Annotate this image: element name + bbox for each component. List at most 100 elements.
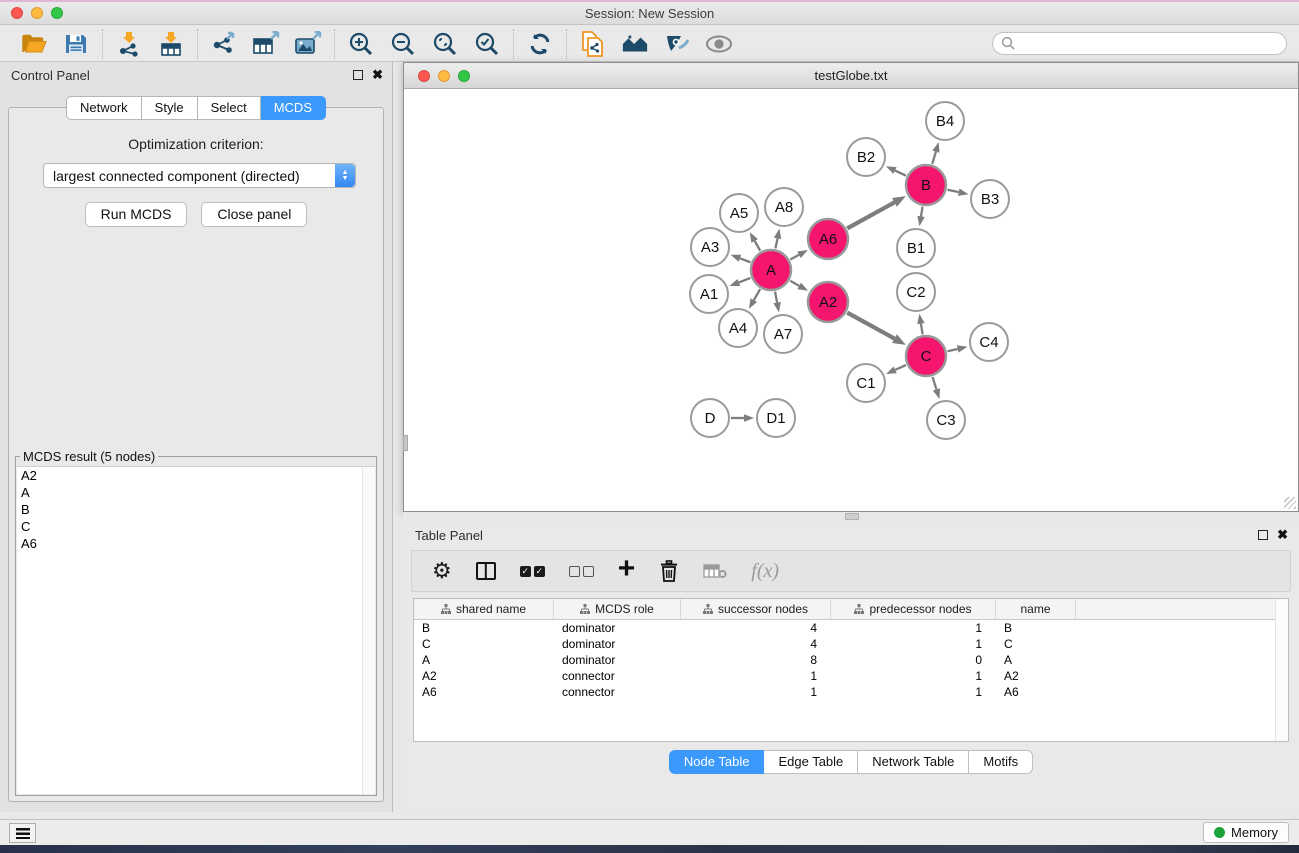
splitter-handle-left[interactable] xyxy=(403,435,408,451)
cell-predecessor-nodes[interactable]: 1 xyxy=(831,636,996,652)
function-builder-icon[interactable]: f(x) xyxy=(751,560,779,583)
cell-name[interactable]: A xyxy=(996,652,1076,668)
cell-name[interactable]: A2 xyxy=(996,668,1076,684)
tab-style[interactable]: Style xyxy=(142,96,198,120)
cell-shared-name[interactable]: A6 xyxy=(414,684,554,700)
select-all-rows-icon[interactable]: ✓✓ xyxy=(520,566,545,577)
cell-predecessor-nodes[interactable]: 1 xyxy=(831,684,996,700)
search-input[interactable] xyxy=(992,32,1287,55)
cell-shared-name[interactable]: B xyxy=(414,620,554,636)
result-item[interactable]: C xyxy=(17,518,375,535)
graph-edge-A6-B[interactable] xyxy=(847,202,894,228)
window-resize-grip[interactable] xyxy=(1284,497,1296,509)
graph-edge-C-C1[interactable] xyxy=(895,365,906,370)
close-table-panel-icon[interactable]: ✖ xyxy=(1277,527,1288,543)
show-all-networks-icon[interactable] xyxy=(621,30,649,58)
zoom-in-icon[interactable] xyxy=(347,30,375,58)
graph-edge-A-A5[interactable] xyxy=(755,241,761,251)
cell-predecessor-nodes[interactable]: 0 xyxy=(831,652,996,668)
memory-button[interactable]: Memory xyxy=(1203,822,1289,843)
toggle-graphics-details-icon[interactable] xyxy=(663,30,691,58)
graph-edge-A-A3[interactable] xyxy=(740,258,750,262)
add-column-icon[interactable]: + xyxy=(618,561,636,581)
graph-edge-B-B1[interactable] xyxy=(921,207,923,217)
tab-network-table[interactable]: Network Table xyxy=(858,750,969,774)
result-item[interactable]: A6 xyxy=(17,535,375,552)
import-network-icon[interactable] xyxy=(115,30,143,58)
cell-successor-nodes[interactable]: 8 xyxy=(681,652,831,668)
column-header-successor-nodes[interactable]: successor nodes xyxy=(681,599,831,619)
table-scrollbar[interactable] xyxy=(1275,599,1288,741)
import-table-icon[interactable] xyxy=(157,30,185,58)
zoom-out-icon[interactable] xyxy=(389,30,417,58)
tab-edge-table[interactable]: Edge Table xyxy=(764,750,858,774)
graph-edge-A-A6[interactable] xyxy=(790,255,799,260)
cell-mcds-role[interactable]: dominator xyxy=(554,620,681,636)
optimization-criterion-dropdown[interactable]: largest connected component (directed) ▲… xyxy=(43,163,356,188)
export-network-icon[interactable] xyxy=(210,30,238,58)
splitter-handle[interactable] xyxy=(845,513,859,520)
table-row[interactable]: A6 connector 1 1 A6 xyxy=(414,684,1288,700)
graph-edge-A-A2[interactable] xyxy=(790,281,799,286)
cell-predecessor-nodes[interactable]: 1 xyxy=(831,620,996,636)
table-row[interactable]: B dominator 4 1 B xyxy=(414,620,1288,636)
table-row[interactable]: A dominator 8 0 A xyxy=(414,652,1288,668)
column-header-shared-name[interactable]: shared name xyxy=(414,599,554,619)
result-item[interactable]: B xyxy=(17,501,375,518)
graph-edge-C-C4[interactable] xyxy=(947,349,957,351)
column-header-predecessor-nodes[interactable]: predecessor nodes xyxy=(831,599,996,619)
graph-edge-A-A8[interactable] xyxy=(775,238,777,248)
float-table-panel-icon[interactable] xyxy=(1258,530,1268,540)
column-header-mcds-role[interactable]: MCDS role xyxy=(554,599,681,619)
tab-node-table[interactable]: Node Table xyxy=(669,750,765,774)
refresh-icon[interactable] xyxy=(526,30,554,58)
show-hide-panels-icon[interactable] xyxy=(705,30,733,58)
mcds-result-list[interactable]: A2 A B C A6 xyxy=(17,466,375,794)
cell-shared-name[interactable]: C xyxy=(414,636,554,652)
graph-edge-C-C3[interactable] xyxy=(933,377,937,389)
close-panel-icon[interactable]: ✖ xyxy=(372,67,383,83)
graph-edge-A-A4[interactable] xyxy=(754,289,760,300)
graph-edge-B-B3[interactable] xyxy=(947,190,958,192)
column-visibility-icon[interactable] xyxy=(476,562,496,580)
delete-table-icon[interactable] xyxy=(703,563,727,579)
network-window-titlebar[interactable]: testGlobe.txt xyxy=(404,63,1298,89)
zoom-fit-icon[interactable] xyxy=(431,30,459,58)
cell-successor-nodes[interactable]: 4 xyxy=(681,620,831,636)
cell-name[interactable]: A6 xyxy=(996,684,1076,700)
cell-mcds-role[interactable]: dominator xyxy=(554,652,681,668)
cell-shared-name[interactable]: A2 xyxy=(414,668,554,684)
export-image-icon[interactable] xyxy=(294,30,322,58)
graph-edge-A2-C[interactable] xyxy=(847,313,894,339)
table-row[interactable]: A2 connector 1 1 A2 xyxy=(414,668,1288,684)
cell-name[interactable]: B xyxy=(996,620,1076,636)
open-file-icon[interactable] xyxy=(20,30,48,58)
result-item[interactable]: A2 xyxy=(17,467,375,484)
cell-successor-nodes[interactable]: 4 xyxy=(681,636,831,652)
close-panel-button[interactable]: Close panel xyxy=(201,202,307,227)
cell-successor-nodes[interactable]: 1 xyxy=(681,668,831,684)
tab-mcds[interactable]: MCDS xyxy=(261,96,326,120)
tab-network[interactable]: Network xyxy=(66,96,142,120)
deselect-all-rows-icon[interactable] xyxy=(569,566,594,577)
graph-edge-A-A7[interactable] xyxy=(775,292,777,303)
horizontal-splitter[interactable] xyxy=(403,512,1299,522)
tab-motifs[interactable]: Motifs xyxy=(969,750,1033,774)
cell-shared-name[interactable]: A xyxy=(414,652,554,668)
clone-network-icon[interactable] xyxy=(579,30,607,58)
tab-select[interactable]: Select xyxy=(198,96,261,120)
graph-edge-B-B2[interactable] xyxy=(895,171,906,176)
table-settings-gear-icon[interactable]: ⚙ xyxy=(432,560,452,582)
table-row[interactable]: C dominator 4 1 C xyxy=(414,636,1288,652)
cell-successor-nodes[interactable]: 1 xyxy=(681,684,831,700)
run-mcds-button[interactable]: Run MCDS xyxy=(85,202,188,227)
export-table-icon[interactable] xyxy=(252,30,280,58)
column-header-name[interactable]: name xyxy=(996,599,1076,619)
cell-name[interactable]: C xyxy=(996,636,1076,652)
cell-mcds-role[interactable]: connector xyxy=(554,668,681,684)
result-scrollbar[interactable] xyxy=(362,467,375,794)
graph-edge-B-B4[interactable] xyxy=(932,152,936,164)
cell-predecessor-nodes[interactable]: 1 xyxy=(831,668,996,684)
network-graph[interactable]: B4B2BB3A8A5A6A3B1AC2A1A2A4A7C4CC1DD1C3 xyxy=(404,89,1298,511)
task-history-button[interactable] xyxy=(9,823,36,843)
